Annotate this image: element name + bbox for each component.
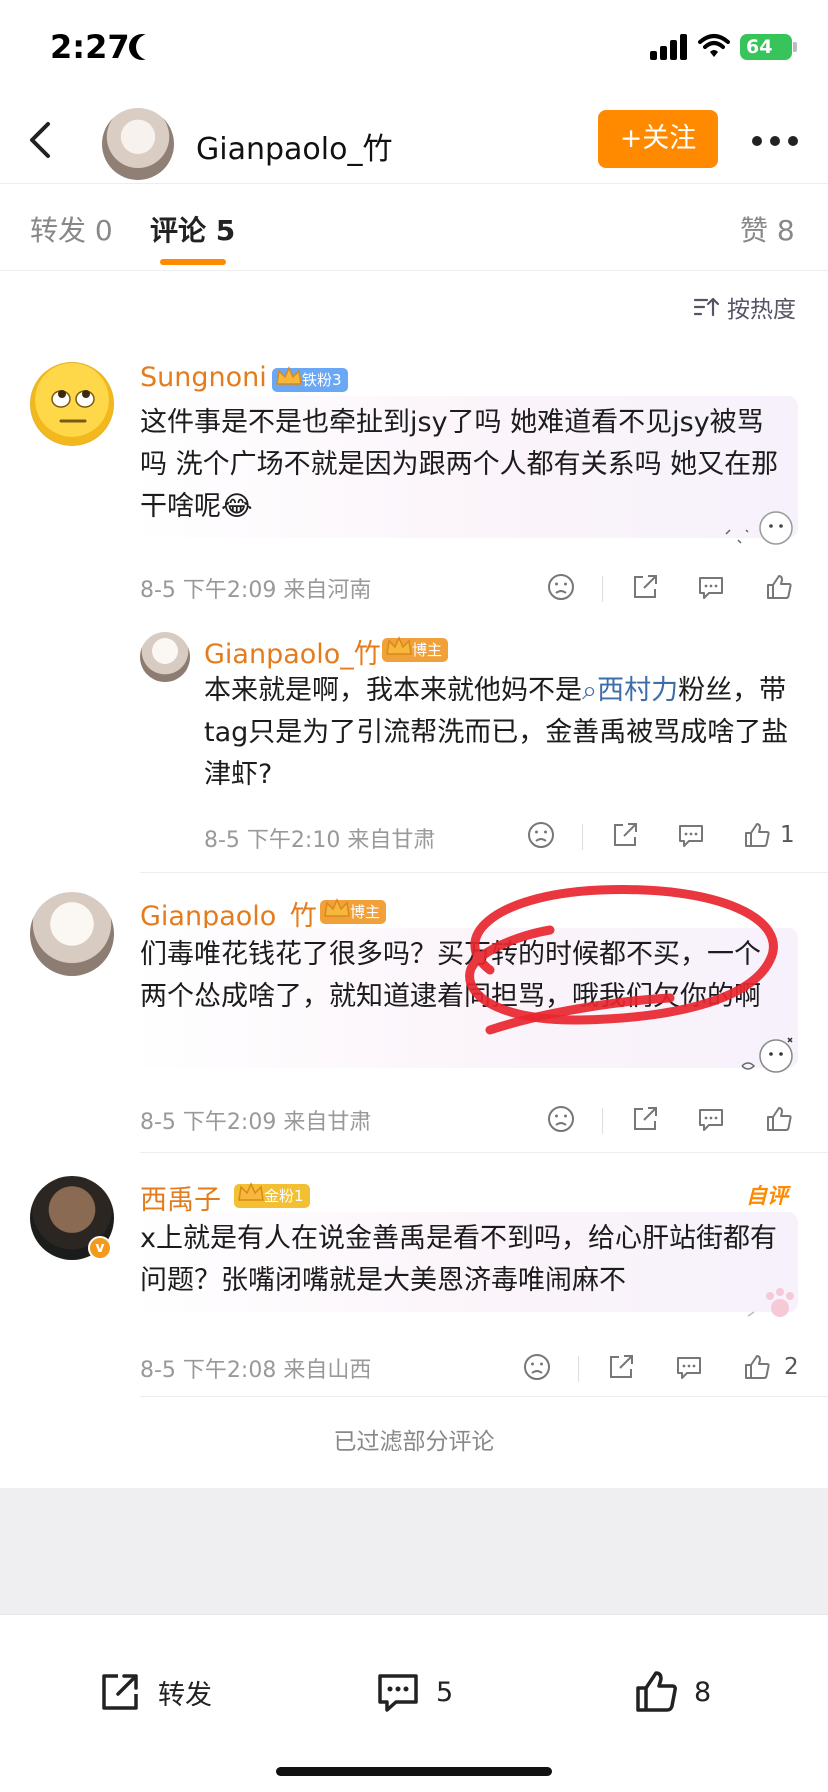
comment-text: 这件事是不是也牵扯到jsy了吗 她难道看不见jsy被骂吗 洗个广场不就是因为跟两… (140, 407, 779, 522)
sort-label: 按热度 (727, 297, 796, 323)
like-count: 2 (784, 1354, 799, 1380)
active-tab-indicator (160, 259, 226, 265)
like-button[interactable]: 8 (632, 1667, 711, 1717)
dislike-face-icon[interactable] (546, 1104, 576, 1134)
paw-sticker-icon (747, 1288, 794, 1317)
editor-pick-tag: 自评 (746, 1184, 788, 1208)
share-icon[interactable] (610, 820, 640, 850)
verified-badge-icon: v (88, 1236, 112, 1260)
cat-sticker-icon (725, 511, 793, 545)
comment-item: Sungnoni 铁粉3 这件事是不是也牵扯到jsy了吗 她难道看不见jsy被骂… (0, 360, 828, 880)
comment-icon[interactable] (696, 1104, 726, 1134)
reply-meta: 8-5 下午2:10 来自甘肃 (204, 828, 436, 853)
tab-bar: 转发 0 评论 5 赞 8 (0, 185, 828, 271)
comment-meta: 8-5 下午2:09 来自河南 (140, 578, 372, 603)
sort-icon (693, 297, 719, 317)
fan-badge: 铁粉3 (272, 366, 348, 392)
header: Gianpaolo_竹 +关注 (0, 96, 828, 184)
crown-icon (276, 366, 302, 385)
comment-username[interactable]: Sungnoni (140, 362, 267, 393)
blogger-badge: 博主 (320, 898, 387, 924)
comment-icon[interactable] (676, 820, 706, 850)
comment-icon[interactable] (696, 572, 726, 602)
comment-icon[interactable] (674, 1352, 704, 1382)
tab-likes[interactable]: 赞 8 (740, 209, 795, 249)
divider (140, 1152, 828, 1153)
crown-icon (386, 636, 412, 655)
empty-area (0, 1488, 828, 1614)
share-icon[interactable] (630, 1104, 660, 1134)
share-icon[interactable] (630, 572, 660, 602)
like-icon (636, 1671, 677, 1712)
like-icon[interactable] (742, 1352, 772, 1382)
comment-actions (546, 572, 806, 606)
tab-comments[interactable]: 评论 5 (150, 209, 235, 249)
dislike-face-icon[interactable] (526, 820, 556, 850)
divider (140, 1396, 828, 1397)
avatar[interactable] (30, 892, 114, 976)
moon-icon (136, 34, 162, 60)
avatar[interactable] (30, 362, 114, 446)
divider (578, 1356, 579, 1382)
comment-item: Gianpaolo_竹 博主 们毒唯花钱花了很多吗？买万转的时候都不买，一个两个… (0, 892, 828, 1153)
avatar[interactable] (102, 108, 174, 180)
eye-roll-face-icon (51, 390, 95, 423)
divider (602, 576, 603, 602)
comment-button[interactable]: 5 (374, 1667, 453, 1717)
status-time: 2:27 (50, 28, 130, 66)
reply-actions: 1 (526, 820, 806, 854)
comment-actions (546, 1104, 806, 1138)
header-username[interactable]: Gianpaolo_竹 (196, 124, 392, 168)
crown-icon (238, 1182, 264, 1201)
status-bar: 2:27 64 (0, 0, 828, 96)
comment-actions: 2 (522, 1352, 808, 1386)
reply-username[interactable]: Gianpaolo_竹 (204, 632, 381, 671)
home-indicator (276, 1767, 552, 1776)
signal-icon (650, 34, 688, 60)
dislike-face-icon[interactable] (546, 572, 576, 602)
back-arrow-icon[interactable] (22, 118, 62, 162)
comment-icon (378, 1674, 418, 1712)
comment-item: v 西禹子 金粉1 自评 x上就是有人在说金善禹是看不到吗，给心肝站街都有问题？… (0, 1176, 828, 1406)
fan-badge: 金粉1 (234, 1182, 310, 1208)
sort-toggle[interactable]: 按热度 (693, 290, 796, 324)
like-icon[interactable] (764, 1104, 794, 1134)
filtered-comments-note: 已过滤部分评论 (333, 1429, 495, 1455)
share-icon[interactable] (606, 1352, 636, 1382)
topic-link[interactable]: ⌕西村力 (582, 675, 678, 706)
comment-meta: 8-5 下午2:09 来自甘肃 (140, 1110, 372, 1135)
battery-icon: 64 (740, 34, 797, 60)
dislike-face-icon[interactable] (522, 1352, 552, 1382)
avatar[interactable] (140, 632, 190, 682)
reply-text: 本来就是啊，我本来就他妈不是⌕西村力粉丝，带tag只是为了引流帮洗而已，金善禹被… (204, 675, 789, 790)
divider (582, 824, 583, 850)
like-icon[interactable] (764, 572, 794, 602)
comment-text: 们毒唯花钱花了很多吗？买万转的时候都不买，一个两个怂成啥了，就知道逮着同担骂，哦… (140, 939, 761, 1012)
wifi-icon (698, 34, 730, 57)
crown-icon (324, 898, 350, 917)
bear-sticker-icon (741, 1037, 793, 1073)
repost-icon (102, 1674, 138, 1710)
like-count: 1 (780, 822, 795, 848)
comment-meta: 8-5 下午2:08 来自山西 (140, 1358, 372, 1383)
blogger-badge: 博主 (382, 636, 449, 662)
divider (140, 872, 828, 873)
comment-text: x上就是有人在说金善禹是看不到吗，给心肝站街都有问题？张嘴闭嘴就是大美恩济毒唯闹… (140, 1223, 777, 1296)
bottom-action-bar: 转发 5 8 (0, 1614, 828, 1792)
more-icon[interactable] (752, 136, 798, 146)
repost-button[interactable]: 转发 (96, 1667, 212, 1717)
follow-button[interactable]: +关注 (598, 110, 718, 168)
divider (602, 1108, 603, 1134)
like-icon[interactable] (742, 820, 772, 850)
tab-repost[interactable]: 转发 0 (30, 209, 113, 249)
